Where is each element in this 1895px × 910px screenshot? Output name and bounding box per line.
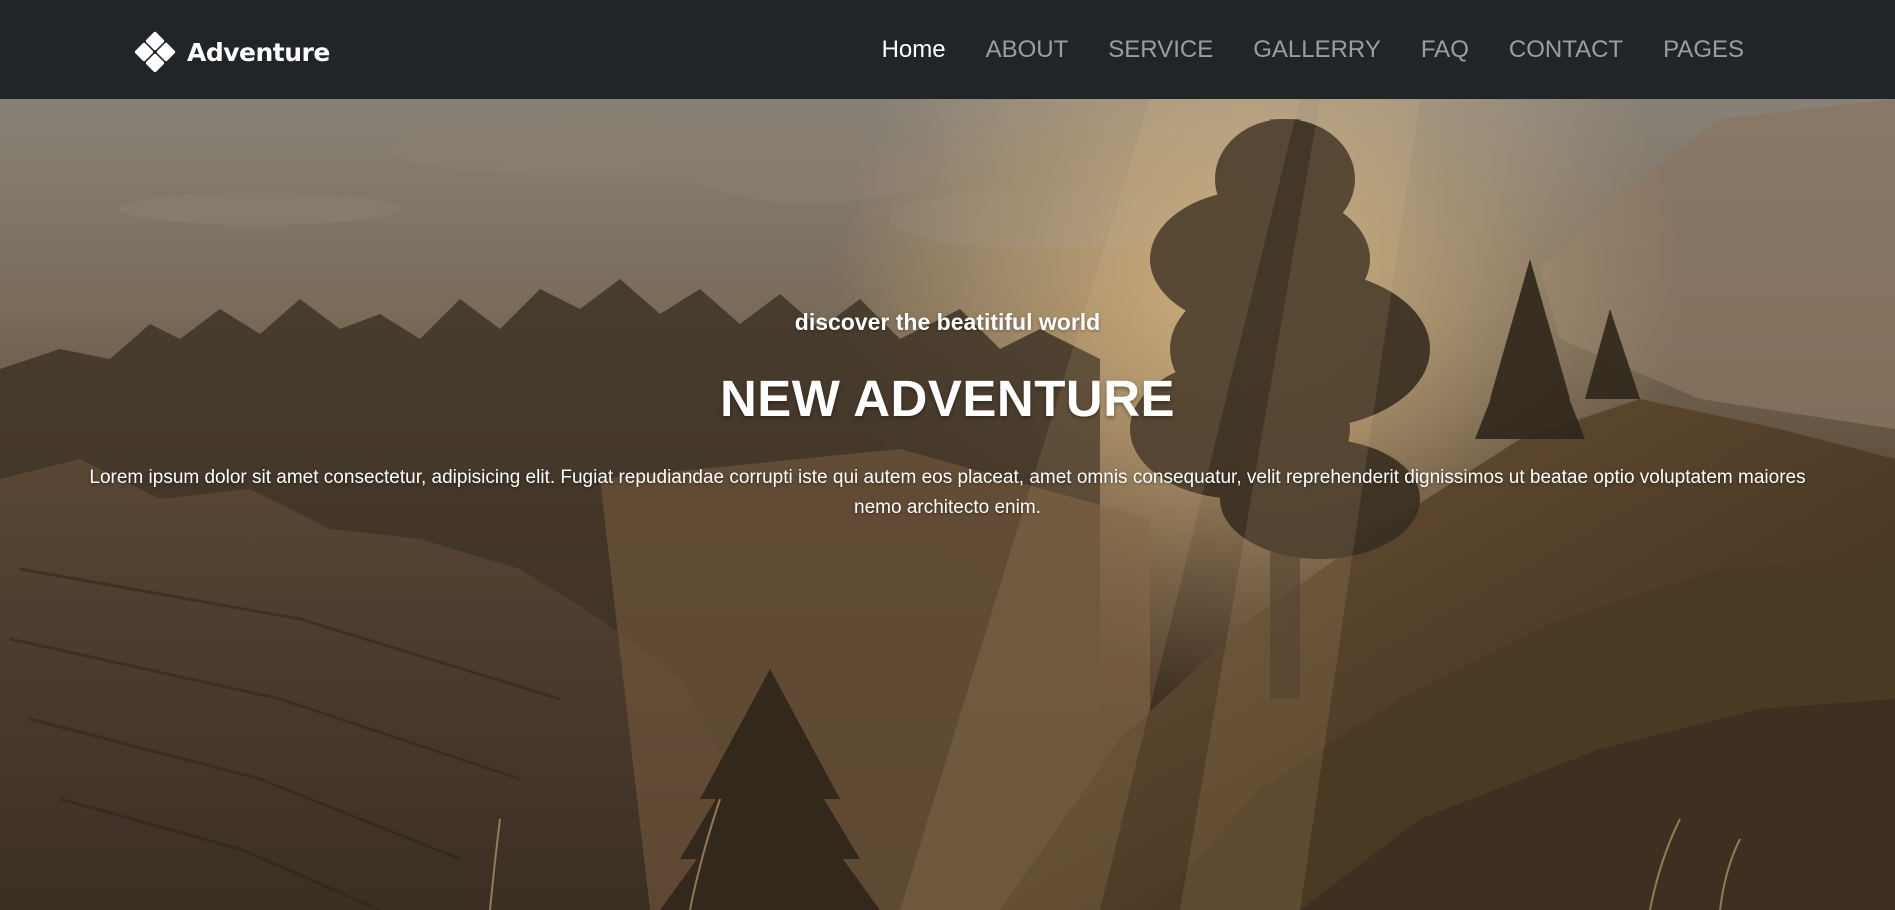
four-diamond-logo-icon	[134, 31, 176, 73]
nav-item-contact: CONTACT	[1509, 36, 1623, 64]
nav-item-about: ABOUT	[986, 36, 1069, 64]
nav-link-pages[interactable]: PAGES	[1663, 36, 1744, 63]
brand-name: Adventure	[187, 37, 330, 67]
nav-item-gallery: GALLERRY	[1253, 36, 1381, 64]
nav-link-about[interactable]: ABOUT	[986, 36, 1069, 63]
nav-menu: Home ABOUT SERVICE GALLERRY FAQ CONTACT …	[842, 0, 1744, 99]
nav-link-gallery[interactable]: GALLERRY	[1253, 36, 1381, 63]
nav-link-home[interactable]: Home	[882, 36, 946, 63]
nav-link-contact[interactable]: CONTACT	[1509, 36, 1623, 63]
brand-link[interactable]: Adventure	[134, 31, 330, 73]
hero-description: Lorem ipsum dolor sit amet consectetur, …	[89, 467, 1806, 518]
nav-item-faq: FAQ	[1421, 36, 1469, 64]
nav-item-home: Home	[882, 36, 946, 64]
hero-title: NEW ADVENTURE	[719, 370, 1176, 427]
nav-link-faq[interactable]: FAQ	[1421, 36, 1469, 63]
nav-item-pages: PAGES	[1663, 36, 1744, 64]
hero-section: discover the beatitiful world NEW ADVENT…	[0, 99, 1895, 910]
nav-item-service: SERVICE	[1108, 36, 1213, 64]
top-navbar: Adventure Home ABOUT SERVICE GALLERRY FA…	[0, 0, 1895, 99]
hero-subtitle: discover the beatitiful world	[794, 309, 1101, 335]
nav-link-service[interactable]: SERVICE	[1108, 36, 1213, 63]
